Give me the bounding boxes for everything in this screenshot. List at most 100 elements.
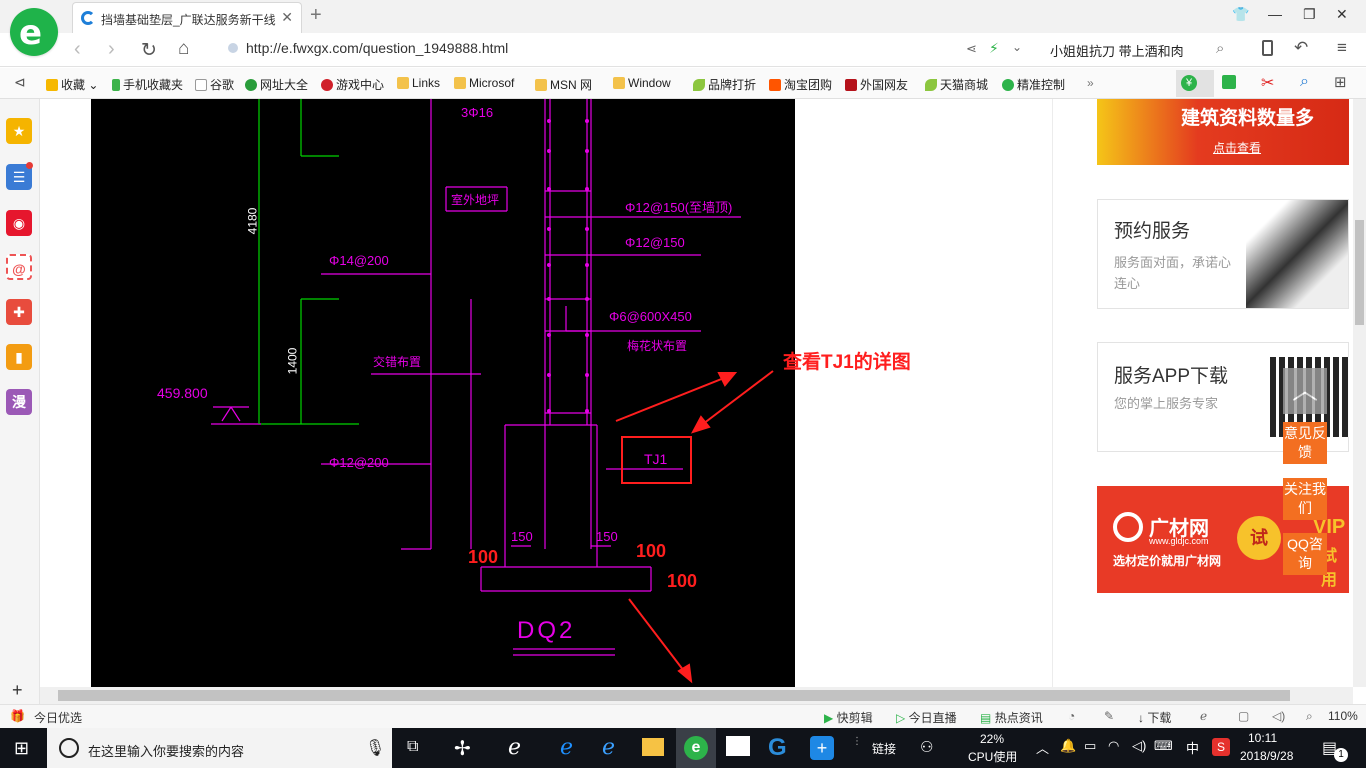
restore-button[interactable]: ❐ bbox=[1303, 6, 1316, 23]
add-sidebar-icon[interactable]: + bbox=[12, 680, 23, 701]
translate-icon[interactable] bbox=[1222, 75, 1236, 89]
bookmark-microsoft[interactable]: Microsof bbox=[454, 76, 514, 90]
quick-edit-link[interactable]: ▶ 快剪辑 bbox=[824, 709, 873, 726]
taskbar-search-box[interactable]: 在这里输入你要搜索的内容 🎙 bbox=[47, 728, 392, 768]
bookmark-msn[interactable]: MSN 网 bbox=[535, 76, 592, 93]
notification-bell-icon[interactable]: 🔔 bbox=[1060, 738, 1076, 754]
new-tab-button[interactable]: + bbox=[310, 4, 322, 27]
pin-icon[interactable]: ✎ bbox=[1104, 709, 1114, 723]
speed-icon[interactable]: ◔ bbox=[1068, 709, 1075, 723]
feedback-button[interactable]: 意见反馈 bbox=[1283, 422, 1327, 464]
people-icon[interactable]: ⚇ bbox=[920, 738, 933, 756]
refresh-icon[interactable]: ↻ bbox=[141, 39, 157, 62]
vertical-scrollbar[interactable] bbox=[1353, 99, 1366, 687]
360-browser-app-icon[interactable]: e bbox=[684, 736, 708, 760]
home-icon[interactable]: ⌂ bbox=[178, 38, 189, 60]
back-button[interactable]: ‹ bbox=[74, 38, 81, 61]
live-link[interactable]: ▷ 今日直播 bbox=[896, 709, 957, 726]
file-explorer-icon[interactable] bbox=[642, 738, 664, 756]
mail-icon[interactable]: @ bbox=[6, 254, 32, 280]
download-link[interactable]: ↓ 下载 bbox=[1138, 709, 1171, 726]
search-tool-icon[interactable]: ⌕ bbox=[1300, 73, 1309, 91]
hot-search-text[interactable]: 小姐姐抗刀 带上酒和肉 bbox=[1050, 41, 1184, 60]
bookmark-favorites[interactable]: 收藏 ⌄ bbox=[46, 76, 98, 93]
bookmark-web-nav[interactable]: 网址大全 bbox=[245, 76, 308, 93]
taskbar-overflow-icon[interactable]: ⋮ bbox=[852, 736, 862, 747]
banner-link[interactable]: 点击查看 bbox=[1213, 139, 1261, 156]
tab-close-icon[interactable]: ✕ bbox=[281, 9, 293, 26]
back-to-top-button[interactable]: ︿ bbox=[1283, 368, 1327, 414]
comic-icon[interactable]: 漫 bbox=[6, 389, 32, 415]
menu-icon[interactable]: ≡ bbox=[1337, 38, 1347, 58]
bookmark-mobile[interactable]: 手机收藏夹 bbox=[112, 76, 183, 93]
ad-banner-docs[interactable]: 建筑资料数量多 点击查看 bbox=[1097, 99, 1349, 165]
bookmark-precise[interactable]: 精准控制 bbox=[1002, 76, 1065, 93]
ie-app-icon[interactable]: ℯ bbox=[508, 734, 521, 760]
keyboard-icon[interactable]: ⌨ bbox=[1154, 738, 1173, 754]
vertical-scroll-thumb[interactable] bbox=[1355, 220, 1364, 325]
glodon-app-icon[interactable]: G bbox=[768, 734, 787, 762]
fan-app-icon[interactable]: ✢ bbox=[454, 736, 471, 761]
book-icon[interactable]: ▮ bbox=[6, 344, 32, 370]
edge-icon[interactable]: ℯ bbox=[560, 734, 573, 760]
qq-consult-button[interactable]: QQ咨询 bbox=[1283, 533, 1327, 575]
zoom-level[interactable]: 110% bbox=[1328, 709, 1358, 723]
cad-drawing-image[interactable]: 4180 1400 3Φ16 室外地坪 Φ12@150(至墙顶) Φ12@150… bbox=[91, 99, 911, 687]
today-picks-link[interactable]: 今日优选 bbox=[34, 709, 82, 726]
bookmark-window[interactable]: Window bbox=[613, 76, 671, 90]
minimize-button[interactable]: — bbox=[1268, 6, 1282, 22]
links-toolbar[interactable]: 链接 bbox=[872, 740, 896, 757]
tool-app-icon[interactable]: + bbox=[810, 736, 834, 760]
speaker-icon[interactable]: ◁) bbox=[1132, 738, 1146, 754]
grid-icon[interactable]: ⊞ bbox=[1334, 73, 1347, 91]
browser-logo-icon[interactable]: e bbox=[10, 8, 58, 56]
bookmark-brand-sale[interactable]: 品牌打折 bbox=[693, 76, 756, 93]
bookmark-tmall[interactable]: 天猫商城 bbox=[925, 76, 988, 93]
microphone-icon[interactable]: 🎙 bbox=[365, 738, 385, 758]
ie-mode-icon[interactable]: ℯ bbox=[1200, 709, 1207, 723]
volume-icon[interactable]: ◁) bbox=[1272, 709, 1285, 723]
share-icon[interactable]: ⋖ bbox=[966, 41, 977, 57]
windows-start-icon[interactable]: ⊞ bbox=[14, 738, 29, 759]
sidebar-toggle-icon[interactable]: ⊲ bbox=[14, 74, 26, 91]
ad-service[interactable]: 预约服务 服务面对面，承诺心连心 bbox=[1097, 199, 1349, 309]
more-bookmarks-icon[interactable]: » bbox=[1087, 76, 1094, 90]
weibo-icon[interactable]: ◉ bbox=[6, 210, 32, 236]
window-icon[interactable]: ▢ bbox=[1238, 709, 1249, 723]
bookmark-foreign[interactable]: 外国网友 bbox=[845, 76, 908, 93]
wifi-icon[interactable]: ◠ bbox=[1108, 738, 1119, 754]
mobile-icon[interactable] bbox=[1262, 40, 1273, 56]
undo-icon[interactable]: ↶ bbox=[1294, 38, 1308, 58]
scissors-icon[interactable]: ✂ bbox=[1261, 73, 1274, 93]
bookmark-links[interactable]: Links bbox=[397, 76, 440, 90]
url-field[interactable]: http://e.fwxgx.com/question_1949888.html bbox=[228, 40, 508, 56]
clock-time[interactable]: 10:11 bbox=[1248, 731, 1277, 745]
task-view-icon[interactable]: ⧉ bbox=[407, 738, 418, 756]
zoom-icon[interactable]: ⌕ bbox=[1306, 709, 1313, 724]
horizontal-scroll-thumb[interactable] bbox=[58, 690, 1290, 701]
shirt-skin-icon[interactable]: 👕 bbox=[1232, 6, 1249, 23]
clock-date[interactable]: 2018/9/28 bbox=[1240, 749, 1293, 763]
forward-button[interactable]: › bbox=[108, 38, 115, 61]
mail-app-icon[interactable] bbox=[726, 736, 750, 756]
star-icon[interactable]: ★ bbox=[6, 118, 32, 144]
tray-chevron-up-icon[interactable]: ︿ bbox=[1036, 738, 1049, 757]
internet-explorer-icon[interactable]: ℯ bbox=[602, 734, 615, 760]
close-window-button[interactable]: ✕ bbox=[1336, 6, 1348, 23]
game-icon[interactable]: ✚ bbox=[6, 299, 32, 325]
hot-news-link[interactable]: ▤ 热点资讯 bbox=[980, 709, 1043, 726]
lightning-icon[interactable]: ⚡ bbox=[989, 40, 999, 57]
bookmark-google[interactable]: 谷歌 bbox=[195, 76, 234, 93]
bookmark-game-center[interactable]: 游戏中心 bbox=[321, 76, 384, 93]
bookmark-taobao[interactable]: 淘宝团购 bbox=[769, 76, 832, 93]
tab-favicon-icon bbox=[81, 11, 95, 25]
ime-mode[interactable]: 中 bbox=[1186, 738, 1199, 757]
gift-icon[interactable]: 🎁 bbox=[10, 709, 25, 723]
money-icon[interactable]: ¥ bbox=[1181, 75, 1197, 91]
search-icon[interactable]: ⌕ bbox=[1216, 40, 1224, 57]
battery-icon[interactable]: ▭ bbox=[1084, 738, 1096, 754]
browser-tab[interactable]: 挡墙基础垫层_广联达服务新干线 ✕ bbox=[72, 2, 302, 33]
sogou-ime-icon[interactable]: S bbox=[1212, 738, 1230, 756]
chevron-down-icon[interactable]: ⌄ bbox=[1012, 40, 1022, 54]
follow-us-button[interactable]: 关注我们 bbox=[1283, 478, 1327, 520]
